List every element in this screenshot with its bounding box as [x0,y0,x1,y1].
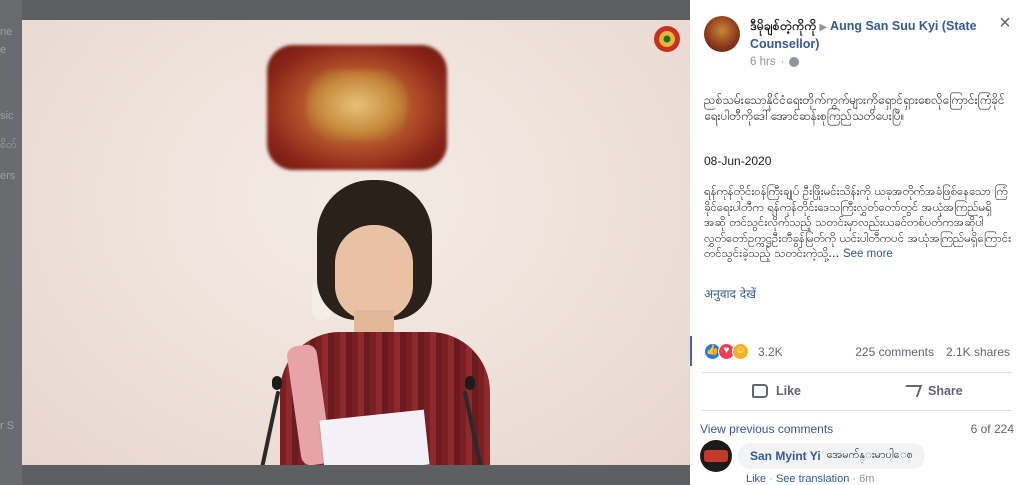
background-text-1: ne [0,26,13,38]
public-globe-icon[interactable] [789,57,800,67]
comments-header: View previous comments 6 of 224 [700,422,1014,436]
thumbs-up-icon [752,384,768,398]
post-side-panel: × ဒီမိုချစ်တဲ့ကိုကို ▶ Aung San Suu Kyi (S… [690,0,1024,485]
microphone-left-head [272,376,282,390]
divider-top [702,372,1012,373]
state-emblem-icon [654,26,680,52]
share-button-label: Share [928,384,963,398]
comment-like-link[interactable]: Like [746,473,766,485]
post-author-line: ဒီမိုချစ်တဲ့ကိုကို ▶ Aung San Suu Kyi (Sta… [750,18,990,53]
post-intro-text: ညစ်သမ်းသောနိုင်ငံရေးတိုက်ကွက်များကိုရှော… [704,92,1010,136]
background-text-5: ers [0,170,16,182]
wall-emblem-center [307,70,407,140]
speech-papers [319,409,430,465]
background-page [0,0,22,485]
divider-bottom [702,410,1012,411]
background-text-2: e [0,44,7,56]
comments-count[interactable]: 225 comments [855,345,934,359]
engagement-counts: 225 comments 2.1K shares [843,345,1010,359]
comment-actions: Like · See translation · 6m [746,473,875,485]
like-button-label: Like [776,384,802,398]
shares-count[interactable]: 2.1K shares [946,345,1010,359]
page-name-link[interactable]: ဒီမိုချစ်တဲ့ကိုကို [750,19,816,33]
see-translation-link[interactable]: अनुवाद देखें [704,285,756,302]
microphone-right-head [465,376,475,390]
see-more-link[interactable]: See more [843,248,893,260]
care-reaction-icon[interactable]: ☺ [732,343,749,360]
post-date: 08-Jun-2020 [704,154,772,168]
speaker-face [335,225,413,320]
commenter-avatar[interactable] [700,440,732,472]
comment-text: အေမက်န္းမာပါေစ [826,448,913,461]
viewer-top-bar [22,0,690,20]
share-arrow-icon [901,385,923,397]
post-photo[interactable] [22,20,690,465]
microphone-left [257,390,281,465]
close-icon[interactable]: × [996,13,1014,33]
page-avatar[interactable] [704,16,740,52]
comment-bubble: San Myint Yi အေမက်န္းမာပါေစ [738,443,925,469]
shared-to-arrow-icon: ▶ [819,22,828,33]
view-previous-comments-link[interactable]: View previous comments [700,422,833,436]
comment-time[interactable]: 6m [859,473,874,485]
share-button[interactable]: Share [901,380,963,402]
background-text-4: စိတ် [0,139,17,151]
post-body: ရန်ကုန်တိုင်းဝန်ကြီးချုပ် ဦးဖြိုးမင်းသိန… [704,184,1012,263]
comments-position: 6 of 224 [970,422,1014,436]
commenter-name[interactable]: San Myint Yi [750,449,821,463]
reaction-count[interactable]: 3.2K [758,345,783,359]
post-intro: ညစ်သမ်းသောနိုင်ငံရေးတိုက်ကွက်များကိုရှော… [704,93,1005,123]
post-timestamp[interactable]: 6 hrs [750,56,776,68]
like-button[interactable]: Like [752,380,801,402]
viewer-bottom-bar [22,465,690,485]
comment-see-translation-link[interactable]: See translation [776,473,849,485]
post-meta: 6 hrs · [750,56,800,68]
background-text-6: r S [0,420,15,432]
reactions-bar: 👍 ♥ ☺ 3.2K 225 comments 2.1K shares [690,336,1024,366]
background-text-3: sic [0,110,14,122]
